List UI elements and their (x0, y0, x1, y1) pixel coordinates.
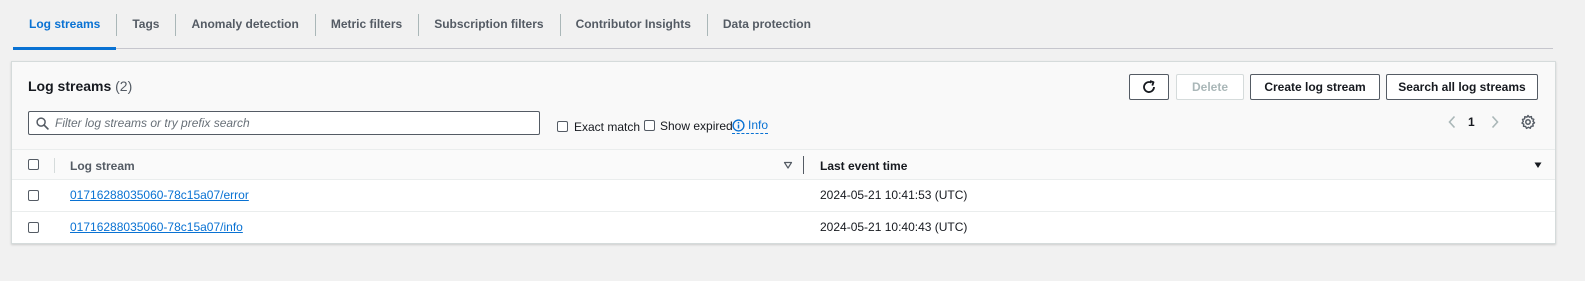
select-all-checkbox[interactable] (28, 159, 39, 170)
tab-label: Tags (132, 17, 160, 31)
table-row: 01716288035060-78c15a07/info 2024-05-21 … (12, 212, 1555, 244)
search-all-log-streams-button[interactable]: Search all log streams (1386, 74, 1538, 100)
tab-data-protection[interactable]: Data protection (706, 0, 827, 48)
stream-count: (2) (115, 78, 133, 94)
settings-gear-icon[interactable] (1520, 114, 1536, 130)
tab-label: Log streams (29, 17, 101, 31)
panel-header: Log streams (2) Delete Create log stream… (12, 62, 1555, 149)
tab-label: Data protection (722, 17, 811, 31)
last-event-time: 2024-05-21 10:40:43 (UTC) (820, 220, 968, 234)
panel-title: Log streams (2) (28, 78, 132, 94)
tab-tags[interactable]: Tags (116, 0, 175, 48)
tab-label: Contributor Insights (575, 17, 691, 31)
tab-bar: Log streams Tags Anomaly detection Metri… (13, 0, 1553, 50)
log-streams-panel: Log streams (2) Delete Create log stream… (11, 61, 1556, 244)
column-header-log-stream[interactable]: Log stream (70, 159, 135, 173)
refresh-button[interactable] (1129, 74, 1169, 100)
sort-descending-icon[interactable] (1533, 160, 1543, 170)
filter-search (28, 111, 540, 135)
previous-page-icon[interactable] (1446, 114, 1458, 130)
table-row: 01716288035060-78c15a07/error 2024-05-21… (12, 180, 1555, 212)
column-resizer[interactable] (803, 156, 804, 174)
show-expired-checkbox[interactable] (644, 120, 655, 131)
row-checkbox[interactable] (28, 190, 39, 201)
exact-match-checkbox[interactable] (557, 121, 568, 132)
column-divider (54, 158, 55, 173)
next-page-icon[interactable] (1489, 114, 1501, 130)
panel-title-text: Log streams (28, 78, 112, 94)
tab-label: Anomaly detection (191, 17, 299, 31)
create-log-stream-button[interactable]: Create log stream (1250, 74, 1380, 100)
tab-log-streams[interactable]: Log streams (13, 0, 117, 50)
tab-subscription-filters[interactable]: Subscription filters (418, 0, 559, 48)
refresh-icon (1143, 80, 1155, 93)
table-header: Log stream Last event time (12, 149, 1555, 180)
show-expired-label: Show expired (660, 119, 733, 133)
log-stream-link[interactable]: 01716288035060-78c15a07/error (70, 188, 249, 202)
tab-metric-filters[interactable]: Metric filters (314, 0, 418, 48)
row-checkbox[interactable] (28, 222, 39, 233)
info-icon (732, 118, 745, 132)
search-input[interactable] (55, 116, 525, 130)
tab-label: Subscription filters (434, 17, 544, 31)
info-link[interactable]: Info (732, 118, 769, 134)
tab-contributor-insights[interactable]: Contributor Insights (559, 0, 707, 48)
exact-match-label: Exact match (574, 120, 641, 134)
tab-label: Metric filters (330, 17, 403, 31)
page-number[interactable]: 1 (1468, 115, 1475, 129)
column-header-last-event-time[interactable]: Last event time (820, 159, 907, 173)
info-link-text: Info (748, 118, 769, 132)
delete-button[interactable]: Delete (1176, 74, 1244, 100)
log-stream-link[interactable]: 01716288035060-78c15a07/info (70, 220, 243, 234)
tab-anomaly-detection[interactable]: Anomaly detection (175, 0, 314, 48)
last-event-time: 2024-05-21 10:41:53 (UTC) (820, 188, 968, 202)
search-icon (36, 116, 49, 130)
sort-icon[interactable] (783, 160, 793, 170)
